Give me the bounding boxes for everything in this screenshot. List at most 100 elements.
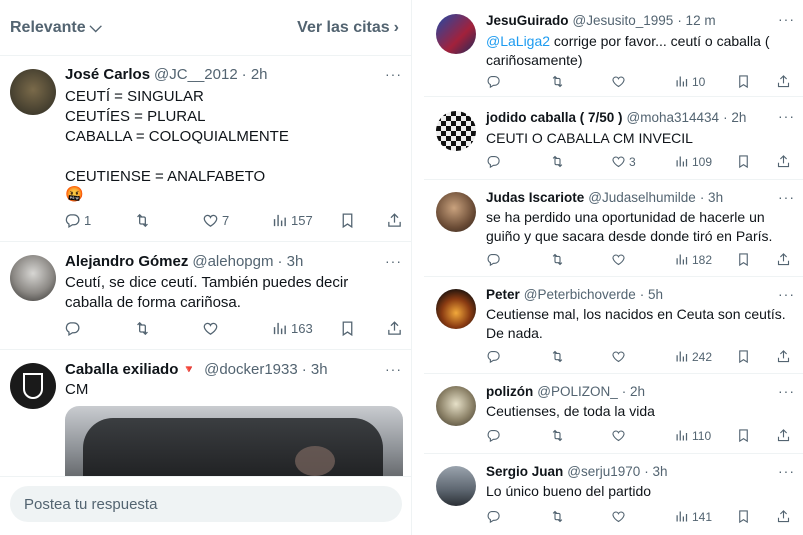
timestamp[interactable]: · 12 m: [677, 13, 715, 28]
share-button[interactable]: [386, 320, 403, 337]
avatar[interactable]: [10, 363, 56, 409]
share-button[interactable]: [386, 212, 403, 229]
tweet-media-video[interactable]: [65, 406, 403, 486]
retweet-button[interactable]: [550, 154, 565, 169]
share-button[interactable]: [776, 154, 791, 169]
relevance-sort-button[interactable]: Relevante ⌵: [10, 19, 102, 37]
author-handle[interactable]: @moha314434: [627, 110, 720, 125]
author-handle[interactable]: @serju1970: [567, 464, 640, 479]
more-dots-icon[interactable]: ···: [385, 253, 402, 269]
author-handle[interactable]: @POLIZON_: [537, 384, 617, 399]
like-button[interactable]: [611, 509, 626, 524]
author-name[interactable]: Sergio Juan: [486, 464, 563, 479]
reply-button[interactable]: 1: [64, 212, 91, 229]
mention-link[interactable]: @LaLiga2: [486, 33, 550, 49]
retweet-button[interactable]: [134, 320, 151, 337]
like-button[interactable]: [611, 74, 626, 89]
author-name[interactable]: JesuGuirado: [486, 13, 569, 28]
views-button[interactable]: 10: [674, 74, 705, 89]
author-handle[interactable]: @alehopgm: [192, 253, 273, 270]
author-name[interactable]: Peter: [486, 287, 520, 302]
like-button[interactable]: 7: [202, 212, 229, 229]
more-dots-icon[interactable]: ···: [385, 361, 402, 377]
share-button[interactable]: [776, 428, 791, 443]
more-dots-icon[interactable]: ···: [778, 11, 795, 27]
views-button[interactable]: 157: [271, 212, 313, 229]
avatar[interactable]: [436, 192, 476, 232]
more-dots-icon[interactable]: ···: [778, 383, 795, 399]
author-name[interactable]: Judas Iscariote: [486, 190, 584, 205]
reply-button[interactable]: [486, 428, 501, 443]
share-button[interactable]: [776, 74, 791, 89]
reply-button[interactable]: [486, 509, 501, 524]
views-button[interactable]: 182: [674, 252, 712, 267]
like-button[interactable]: [611, 428, 626, 443]
like-button[interactable]: 3: [611, 154, 636, 169]
views-button[interactable]: 109: [674, 154, 712, 169]
timestamp[interactable]: · 2h: [622, 384, 645, 399]
retweet-button[interactable]: [550, 252, 565, 267]
views-button[interactable]: 242: [674, 349, 712, 364]
reply-button[interactable]: [486, 349, 501, 364]
more-dots-icon[interactable]: ···: [778, 108, 795, 124]
views-button[interactable]: 163: [271, 320, 313, 337]
view-quotes-link[interactable]: Ver las citas ›: [297, 19, 399, 37]
share-button[interactable]: [776, 509, 791, 524]
like-button[interactable]: [611, 252, 626, 267]
retweet-button[interactable]: [550, 74, 565, 89]
bookmark-button[interactable]: [736, 154, 751, 169]
timestamp[interactable]: · 3h: [644, 464, 667, 479]
reply-button[interactable]: [486, 154, 501, 169]
bookmark-button[interactable]: [736, 509, 751, 524]
share-button[interactable]: [776, 252, 791, 267]
avatar[interactable]: [436, 386, 476, 426]
avatar[interactable]: [436, 14, 476, 54]
more-dots-icon[interactable]: ···: [385, 66, 402, 82]
author-handle[interactable]: @docker1933: [204, 361, 298, 378]
timestamp[interactable]: · 5h: [640, 287, 663, 302]
author-name[interactable]: José Carlos: [65, 66, 150, 83]
author-handle[interactable]: @JC__2012: [154, 66, 238, 83]
avatar[interactable]: [436, 289, 476, 329]
more-dots-icon[interactable]: ···: [778, 189, 795, 205]
avatar[interactable]: [10, 69, 56, 115]
author-handle[interactable]: @Jesusito_1995: [573, 13, 674, 28]
timestamp[interactable]: · 2h: [723, 110, 746, 125]
timestamp[interactable]: · 3h: [700, 190, 723, 205]
reply-button[interactable]: [486, 74, 501, 89]
reply-tweet[interactable]: Judas Iscariote @Judaselhumilde · 3h ··· s…: [424, 180, 803, 277]
views-button[interactable]: 141: [674, 509, 712, 524]
views-button[interactable]: 110: [674, 428, 711, 443]
bookmark-button[interactable]: [736, 349, 751, 364]
more-dots-icon[interactable]: ···: [778, 463, 795, 479]
retweet-button[interactable]: [550, 428, 565, 443]
reply-tweet[interactable]: jodido caballa ( 7/50 ) @moha314434 · 2h ·…: [424, 97, 803, 180]
reply-tweet[interactable]: José Carlos @JC__2012 · 2h ··· CEUTÍ = SIN…: [0, 56, 411, 242]
avatar[interactable]: [436, 466, 476, 506]
reply-input[interactable]: Postea tu respuesta: [10, 486, 402, 522]
reply-button[interactable]: [486, 252, 501, 267]
like-button[interactable]: [611, 349, 626, 364]
retweet-button[interactable]: [134, 212, 151, 229]
timestamp[interactable]: · 3h: [277, 253, 303, 270]
author-handle[interactable]: @Peterbichoverde: [524, 287, 636, 302]
more-dots-icon[interactable]: ···: [778, 286, 795, 302]
author-name[interactable]: Alejandro Gómez: [65, 253, 188, 270]
author-handle[interactable]: @Judaselhumilde: [588, 190, 696, 205]
reply-button[interactable]: [64, 320, 81, 337]
retweet-button[interactable]: [550, 509, 565, 524]
retweet-button[interactable]: [550, 349, 565, 364]
bookmark-button[interactable]: [736, 74, 751, 89]
reply-tweet[interactable]: polizón @POLIZON_ · 2h ··· Ceutienses, de …: [424, 374, 803, 454]
bookmark-button[interactable]: [339, 320, 356, 337]
bookmark-button[interactable]: [736, 428, 751, 443]
author-name[interactable]: jodido caballa ( 7/50 ): [486, 110, 623, 125]
timestamp[interactable]: · 3h: [302, 361, 328, 378]
reply-tweet[interactable]: JesuGuirado @Jesusito_1995 · 12 m ··· @LaL…: [424, 0, 803, 97]
avatar[interactable]: [10, 255, 56, 301]
reply-tweet[interactable]: Peter @Peterbichoverde · 5h ··· Ceutiense …: [424, 277, 803, 374]
share-button[interactable]: [776, 349, 791, 364]
reply-tweet[interactable]: Sergio Juan @serju1970 · 3h ··· Lo único b…: [424, 454, 803, 535]
avatar[interactable]: [436, 111, 476, 151]
bookmark-button[interactable]: [736, 252, 751, 267]
